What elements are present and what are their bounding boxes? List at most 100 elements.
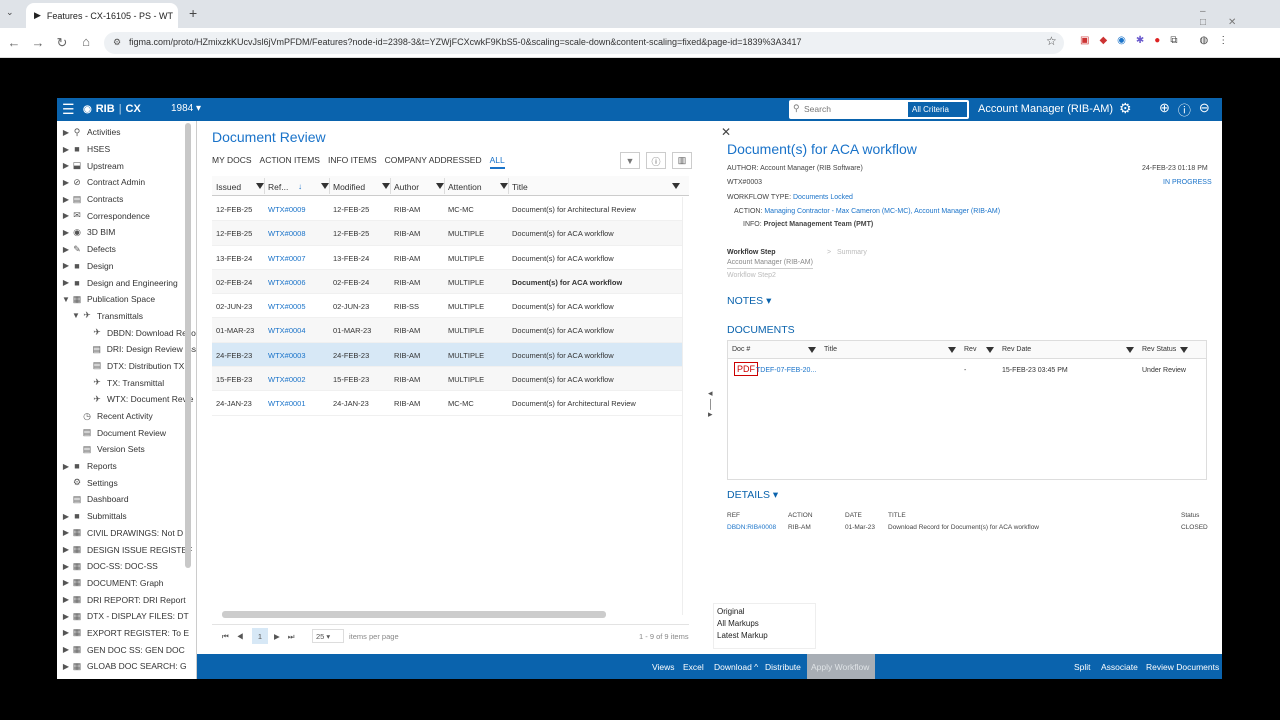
- column-header[interactable]: Title: [512, 182, 528, 192]
- download-button[interactable]: Download ^: [714, 662, 758, 672]
- sidebar-item[interactable]: ▤ Version Sets: [57, 441, 196, 458]
- back-icon[interactable]: ←: [6, 35, 22, 50]
- search-input[interactable]: [804, 102, 904, 116]
- filter-icon[interactable]: [1126, 347, 1134, 353]
- details-cell[interactable]: DBDN:RIB#0008: [727, 524, 776, 531]
- table-row[interactable]: 01-MAR-23 WTX#0004 01-MAR-23 RIB-AM MULTIPLE…: [212, 318, 682, 343]
- pdf-icon[interactable]: PDF: [734, 362, 758, 376]
- pager-first-prev-icons[interactable]: ⏮◀: [222, 632, 251, 642]
- info-icon[interactable]: ⓘ: [646, 152, 666, 169]
- doc-column-header[interactable]: Rev Status: [1142, 346, 1176, 353]
- associate-button[interactable]: Associate: [1101, 662, 1138, 672]
- download-original-option[interactable]: Original: [717, 606, 812, 618]
- table-cell[interactable]: WTX#0004: [268, 326, 306, 335]
- chevron-right-icon[interactable]: ▶: [61, 562, 71, 571]
- sidebar-item[interactable]: ▶ ▦ GLOAB DOC SEARCH: G: [57, 658, 196, 675]
- sidebar-scrollbar[interactable]: [185, 123, 191, 568]
- chevron-down-icon[interactable]: ▼: [61, 295, 71, 304]
- forward-icon[interactable]: →: [30, 35, 46, 50]
- info-icon[interactable]: ⓘ: [1178, 100, 1191, 119]
- sidebar-item[interactable]: ▶ ▤ Contracts: [57, 191, 196, 208]
- table-hscroll[interactable]: [222, 611, 606, 618]
- chevron-right-icon[interactable]: ▶: [61, 628, 71, 637]
- column-header[interactable]: Ref...: [268, 182, 288, 192]
- sidebar-item[interactable]: ◷ Recent Activity: [57, 408, 196, 425]
- user-role[interactable]: Account Manager (RIB-AM): [978, 103, 1113, 115]
- extension-icon[interactable]: ◉: [1117, 35, 1126, 46]
- extension-icon[interactable]: ▣: [1080, 35, 1089, 46]
- doc-column-header[interactable]: Rev: [964, 346, 976, 353]
- tab-list-icon[interactable]: ⌄: [6, 7, 14, 18]
- table-cell[interactable]: WTX#0001: [268, 399, 306, 408]
- all-criteria-button[interactable]: All Criteria: [908, 102, 967, 117]
- puzzle-icon[interactable]: ⧉: [1170, 35, 1177, 46]
- sidebar-item[interactable]: ▶ ✉ Correspondence: [57, 207, 196, 224]
- workflow-type-value[interactable]: Documents Locked: [793, 194, 853, 201]
- table-cell[interactable]: WTX#0008: [268, 229, 306, 238]
- filter-icon[interactable]: [500, 183, 508, 189]
- distribute-button[interactable]: Distribute: [765, 662, 801, 672]
- current-page[interactable]: 1: [252, 628, 268, 644]
- filter-icon[interactable]: ▼: [620, 152, 640, 169]
- sidebar-item[interactable]: ▶ ▦ DRI REPORT: DRI Report: [57, 591, 196, 608]
- filter-icon[interactable]: [256, 183, 264, 189]
- chevron-right-icon[interactable]: ▶: [61, 595, 71, 604]
- split-button[interactable]: Split: [1074, 662, 1091, 672]
- chevron-right-icon[interactable]: ▶: [61, 278, 71, 287]
- download-latest-markup-option[interactable]: Latest Markup: [717, 630, 812, 642]
- sidebar-item[interactable]: ▶ ■ HSES: [57, 141, 196, 158]
- filter-icon[interactable]: [986, 347, 994, 353]
- filter-icon[interactable]: [1180, 347, 1188, 353]
- filter-icon[interactable]: [436, 183, 444, 189]
- filter-icon[interactable]: [382, 183, 390, 189]
- bookmark-star-icon[interactable]: ☆: [1046, 34, 1057, 48]
- sidebar-item[interactable]: ▼ ✈ Transmittals: [57, 308, 196, 325]
- sidebar-item[interactable]: ✈ TX: Transmittal: [57, 374, 196, 391]
- tab-company-addressed[interactable]: COMPANY ADDRESSED: [385, 155, 482, 169]
- table-row[interactable]: 13-FEB-24 WTX#0007 13-FEB-24 RIB-AM MULTIPLE…: [212, 246, 682, 270]
- table-cell[interactable]: WTX#0009: [268, 205, 306, 214]
- tab-my-docs[interactable]: MY DOCS: [212, 155, 252, 169]
- column-header[interactable]: Issued: [216, 182, 241, 192]
- close-icon[interactable]: ✕: [721, 125, 731, 139]
- site-info-icon[interactable]: ⚙: [113, 37, 121, 48]
- excel-button[interactable]: Excel: [683, 662, 704, 672]
- doc-column-header[interactable]: Title: [824, 346, 837, 353]
- views-button[interactable]: Views: [652, 662, 675, 672]
- chevron-right-icon[interactable]: ▶: [61, 178, 71, 187]
- gear-icon[interactable]: ⚙: [1119, 100, 1132, 117]
- sidebar-item[interactable]: ▶ ▦ DESIGN ISSUE REGISTEF: [57, 541, 196, 558]
- sidebar-item[interactable]: ⚙ Settings: [57, 474, 196, 491]
- table-row[interactable]: 24-FEB-23 WTX#0003 24-FEB-23 RIB-AM MULTIPLE…: [212, 342, 682, 368]
- chevron-right-icon[interactable]: ▶: [61, 662, 71, 671]
- reload-icon[interactable]: ↻: [54, 35, 70, 51]
- sidebar-item[interactable]: ▶ ⊘ Contract Admin: [57, 174, 196, 191]
- sidebar-item[interactable]: ▶ ◉ 3D BIM: [57, 224, 196, 241]
- sidebar-item[interactable]: ▶ ▦ GEN DOC SS: GEN DOC: [57, 641, 196, 658]
- chevron-right-icon[interactable]: ▶: [61, 612, 71, 621]
- tab-action-items[interactable]: ACTION ITEMS: [260, 155, 320, 169]
- chevron-right-icon[interactable]: ▶: [61, 512, 71, 521]
- column-header[interactable]: Modified: [333, 182, 365, 192]
- shield-icon[interactable]: ◆: [1099, 35, 1107, 46]
- hamburger-icon[interactable]: ☰: [62, 101, 75, 118]
- window-controls[interactable]: ‒□✕: [1200, 6, 1280, 28]
- chevron-right-icon[interactable]: ▶: [61, 645, 71, 654]
- chevron-right-icon[interactable]: ▶: [61, 261, 71, 270]
- sidebar-item[interactable]: ▶ ▦ EXPORT REGISTER: To E: [57, 625, 196, 642]
- sidebar-item[interactable]: ▶ ✎ Defects: [57, 241, 196, 258]
- sidebar-item[interactable]: ✈ WTX: Document Revie: [57, 391, 196, 408]
- download-all-markups-option[interactable]: All Markups: [717, 618, 812, 630]
- sidebar-item[interactable]: ▶ ■ Design: [57, 258, 196, 275]
- sidebar-item[interactable]: ▤ DTX: Distribution TX: [57, 358, 196, 375]
- sidebar-item[interactable]: ▶ ⬓ Upstream: [57, 157, 196, 174]
- review-documents-button[interactable]: Review Documents: [1146, 662, 1219, 672]
- table-row[interactable]: 02-FEB-24 WTX#0006 02-FEB-24 RIB-AM MULTIPLE…: [212, 269, 682, 295]
- table-cell[interactable]: WTX#0002: [268, 375, 306, 384]
- chevron-right-icon[interactable]: ▶: [61, 161, 71, 170]
- doc-column-header[interactable]: Rev Date: [1002, 346, 1031, 353]
- home-icon[interactable]: ⌂: [78, 34, 94, 49]
- details-section-toggle[interactable]: DETAILS ▾: [727, 489, 778, 501]
- table-cell[interactable]: WTX#0006: [268, 278, 306, 287]
- project-selector[interactable]: 1984 ▾: [171, 103, 201, 114]
